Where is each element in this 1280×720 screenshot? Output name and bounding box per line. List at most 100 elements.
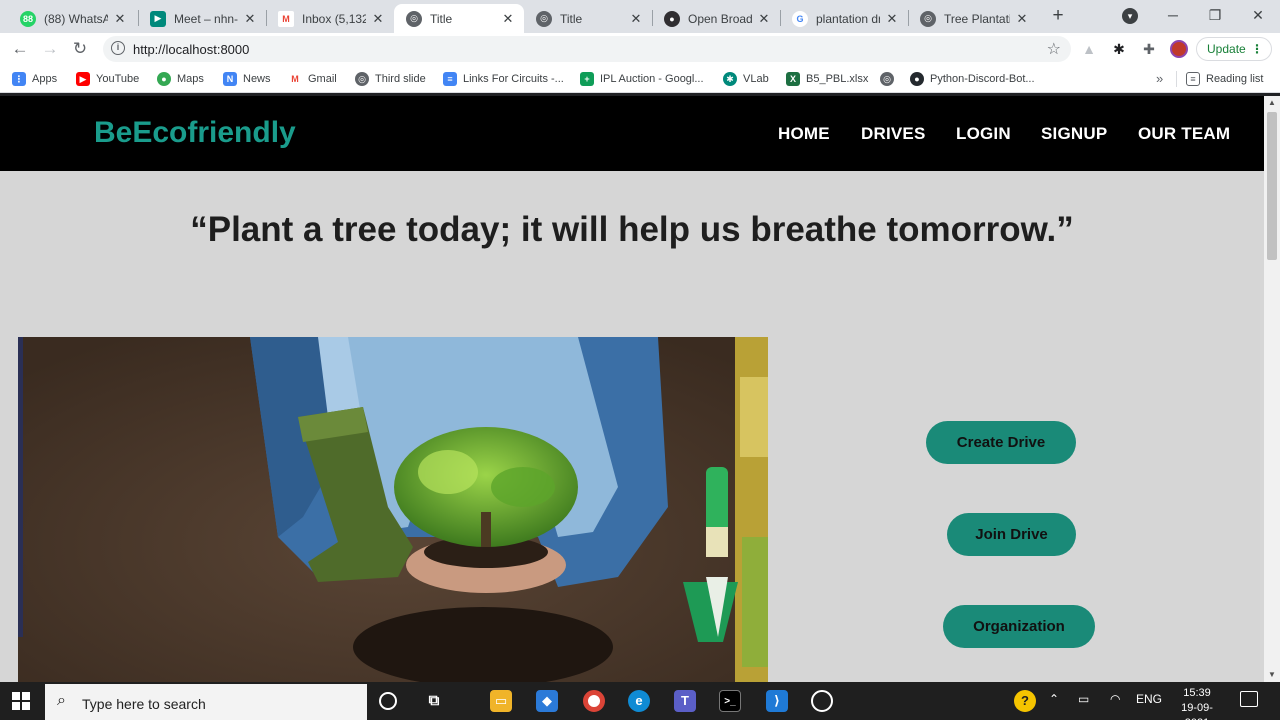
obs-icon[interactable]	[811, 690, 833, 712]
address-bar[interactable]: i http://localhost:8000 ☆	[103, 36, 1071, 62]
chrome-icon[interactable]	[583, 690, 605, 712]
bookmark-label: B5_PBL.xlsx	[806, 73, 869, 85]
reload-icon[interactable]: ↻	[69, 38, 91, 60]
bookmark-star-icon[interactable]: ☆	[1047, 39, 1061, 59]
tab-obs[interactable]: ● Open Broadc ✕	[652, 4, 780, 33]
bookmark-third-slide[interactable]: ◎ Third slide	[355, 71, 426, 87]
page-scrollbar[interactable]: ▲ ▼	[1264, 96, 1280, 682]
teams-icon[interactable]: T	[674, 690, 696, 712]
extension-icon[interactable]: ✱	[1111, 41, 1127, 57]
file-explorer-icon[interactable]: ▭	[490, 690, 512, 712]
restore-button[interactable]: ❐	[1200, 4, 1230, 26]
reading-list-button[interactable]: ≡ Reading list	[1186, 71, 1263, 87]
bookmarks-overflow-icon[interactable]: »	[1156, 71, 1163, 86]
minimize-button[interactable]: ─	[1158, 4, 1188, 26]
scrollbar-thumb[interactable]	[1267, 112, 1277, 260]
tab-google-search[interactable]: G plantation dr ✕	[780, 4, 908, 33]
close-icon[interactable]: ✕	[628, 11, 644, 27]
help-icon[interactable]: ?	[1014, 690, 1036, 712]
maps-icon: ●	[157, 72, 171, 86]
search-placeholder: Type here to search	[82, 696, 206, 712]
tab-title-2[interactable]: ◎ Title ✕	[524, 4, 652, 33]
scroll-up-arrow-icon[interactable]: ▲	[1264, 96, 1280, 110]
tab-meet[interactable]: ▶ Meet – nhn-c ✕	[138, 4, 266, 33]
url-text[interactable]: http://localhost:8000	[133, 42, 249, 57]
nav-our-team[interactable]: OUR TEAM	[1138, 124, 1230, 144]
tab-title-active[interactable]: ◎ Title ✕	[394, 4, 524, 33]
vlab-icon: ✱	[723, 72, 737, 86]
bookmark-apps[interactable]: ⋮ Apps	[12, 71, 57, 87]
create-drive-button[interactable]: Create Drive	[926, 421, 1076, 464]
extension-icon[interactable]: ▲	[1081, 41, 1097, 57]
nav-home[interactable]: HOME	[778, 124, 830, 144]
nav-login[interactable]: LOGIN	[956, 124, 1011, 144]
page-viewport: BeEcofriendly HOME DRIVES LOGIN SIGNUP O…	[0, 96, 1264, 682]
tab-title: Tree Plantatic	[944, 11, 1010, 26]
bookmark-news[interactable]: N News	[223, 71, 271, 87]
scroll-down-arrow-icon[interactable]: ▼	[1264, 668, 1280, 682]
tab-tree-plantation[interactable]: ◎ Tree Plantatic ✕	[908, 4, 1038, 33]
bookmark-gmail[interactable]: M Gmail	[288, 71, 337, 87]
nav-signup[interactable]: SIGNUP	[1041, 124, 1107, 144]
globe-icon: ◎	[880, 72, 894, 86]
join-drive-button[interactable]: Join Drive	[947, 513, 1076, 556]
windows-start-icon[interactable]	[12, 692, 30, 710]
cortana-icon[interactable]	[379, 692, 397, 710]
tab-title: Title	[430, 11, 453, 26]
person-planting-sapling-photo	[18, 337, 768, 682]
globe-icon: ◎	[406, 10, 422, 27]
close-icon[interactable]: ✕	[112, 11, 128, 27]
bookmark-b5-pbl[interactable]: X B5_PBL.xlsx	[786, 71, 868, 87]
taskbar-search-box[interactable]: ⌕ Type here to search	[45, 684, 367, 720]
news-icon: N	[223, 72, 237, 86]
window-close-button[interactable]: ✕	[1243, 4, 1273, 26]
bookmark-globe[interactable]: ◎	[880, 71, 900, 87]
globe-icon: ◎	[355, 72, 369, 86]
back-icon[interactable]: ←	[9, 38, 31, 60]
hero-quote: “Plant a tree today; it will help us bre…	[190, 210, 1074, 249]
site-info-icon[interactable]: i	[111, 41, 125, 55]
site-logo[interactable]: BeEcofriendly	[94, 116, 296, 150]
new-tab-button[interactable]: +	[1048, 6, 1068, 26]
bookmark-youtube[interactable]: ▶ YouTube	[76, 71, 139, 87]
close-icon[interactable]: ✕	[500, 11, 516, 27]
close-icon[interactable]: ✕	[242, 11, 258, 27]
extensions-puzzle-icon[interactable]: ✚	[1141, 41, 1157, 57]
tab-whatsapp[interactable]: 88 (88) WhatsApp ✕	[8, 4, 136, 33]
bookmark-links-for-circuits[interactable]: ≡ Links For Circuits -...	[443, 71, 564, 87]
reading-list-label: Reading list	[1206, 73, 1264, 85]
taskbar-clock[interactable]: 15:39 19-09-2021	[1172, 686, 1222, 720]
globe-icon: ◎	[920, 10, 936, 27]
close-icon[interactable]: ✕	[756, 11, 772, 27]
apps-grid-icon: ⋮	[12, 72, 26, 86]
close-icon[interactable]: ✕	[370, 11, 386, 27]
bookmark-label: Gmail	[308, 73, 337, 85]
search-icon: ⌕	[57, 692, 66, 709]
tray-chevron-icon[interactable]: ⌃	[1049, 692, 1059, 706]
organization-button[interactable]: Organization	[943, 605, 1095, 648]
bookmark-maps[interactable]: ● Maps	[157, 71, 204, 87]
profile-avatar[interactable]	[1170, 40, 1188, 58]
close-icon[interactable]: ✕	[1014, 11, 1030, 27]
vscode-icon[interactable]: ⟩	[766, 690, 788, 712]
app-icon[interactable]: ◆	[536, 690, 558, 712]
clock-date: 19-09-2021	[1181, 702, 1213, 720]
terminal-icon[interactable]: >_	[719, 690, 741, 712]
bookmark-vlab[interactable]: ✱ VLab	[723, 71, 769, 87]
notifications-icon[interactable]	[1240, 691, 1258, 707]
edge-icon[interactable]: e	[628, 690, 650, 712]
battery-icon[interactable]: ▭	[1078, 692, 1089, 706]
update-button[interactable]: Update ⋮	[1196, 37, 1272, 61]
tab-gmail[interactable]: M Inbox (5,132) ✕	[266, 4, 394, 33]
language-indicator[interactable]: ENG	[1136, 692, 1162, 706]
wifi-icon[interactable]: ◠	[1110, 692, 1120, 706]
nav-drives[interactable]: DRIVES	[861, 124, 926, 144]
tab-search-icon[interactable]: ▾	[1122, 8, 1138, 24]
forward-icon[interactable]: →	[39, 38, 61, 60]
obs-icon: ●	[664, 10, 680, 27]
menu-kebab-icon[interactable]: ⋮	[1251, 38, 1263, 60]
task-view-icon[interactable]: ⧉	[423, 690, 445, 712]
bookmark-ipl-auction[interactable]: + IPL Auction - Googl...	[580, 71, 704, 87]
bookmark-python-discord-bot[interactable]: ● Python-Discord-Bot...	[910, 71, 1035, 87]
close-icon[interactable]: ✕	[884, 11, 900, 27]
